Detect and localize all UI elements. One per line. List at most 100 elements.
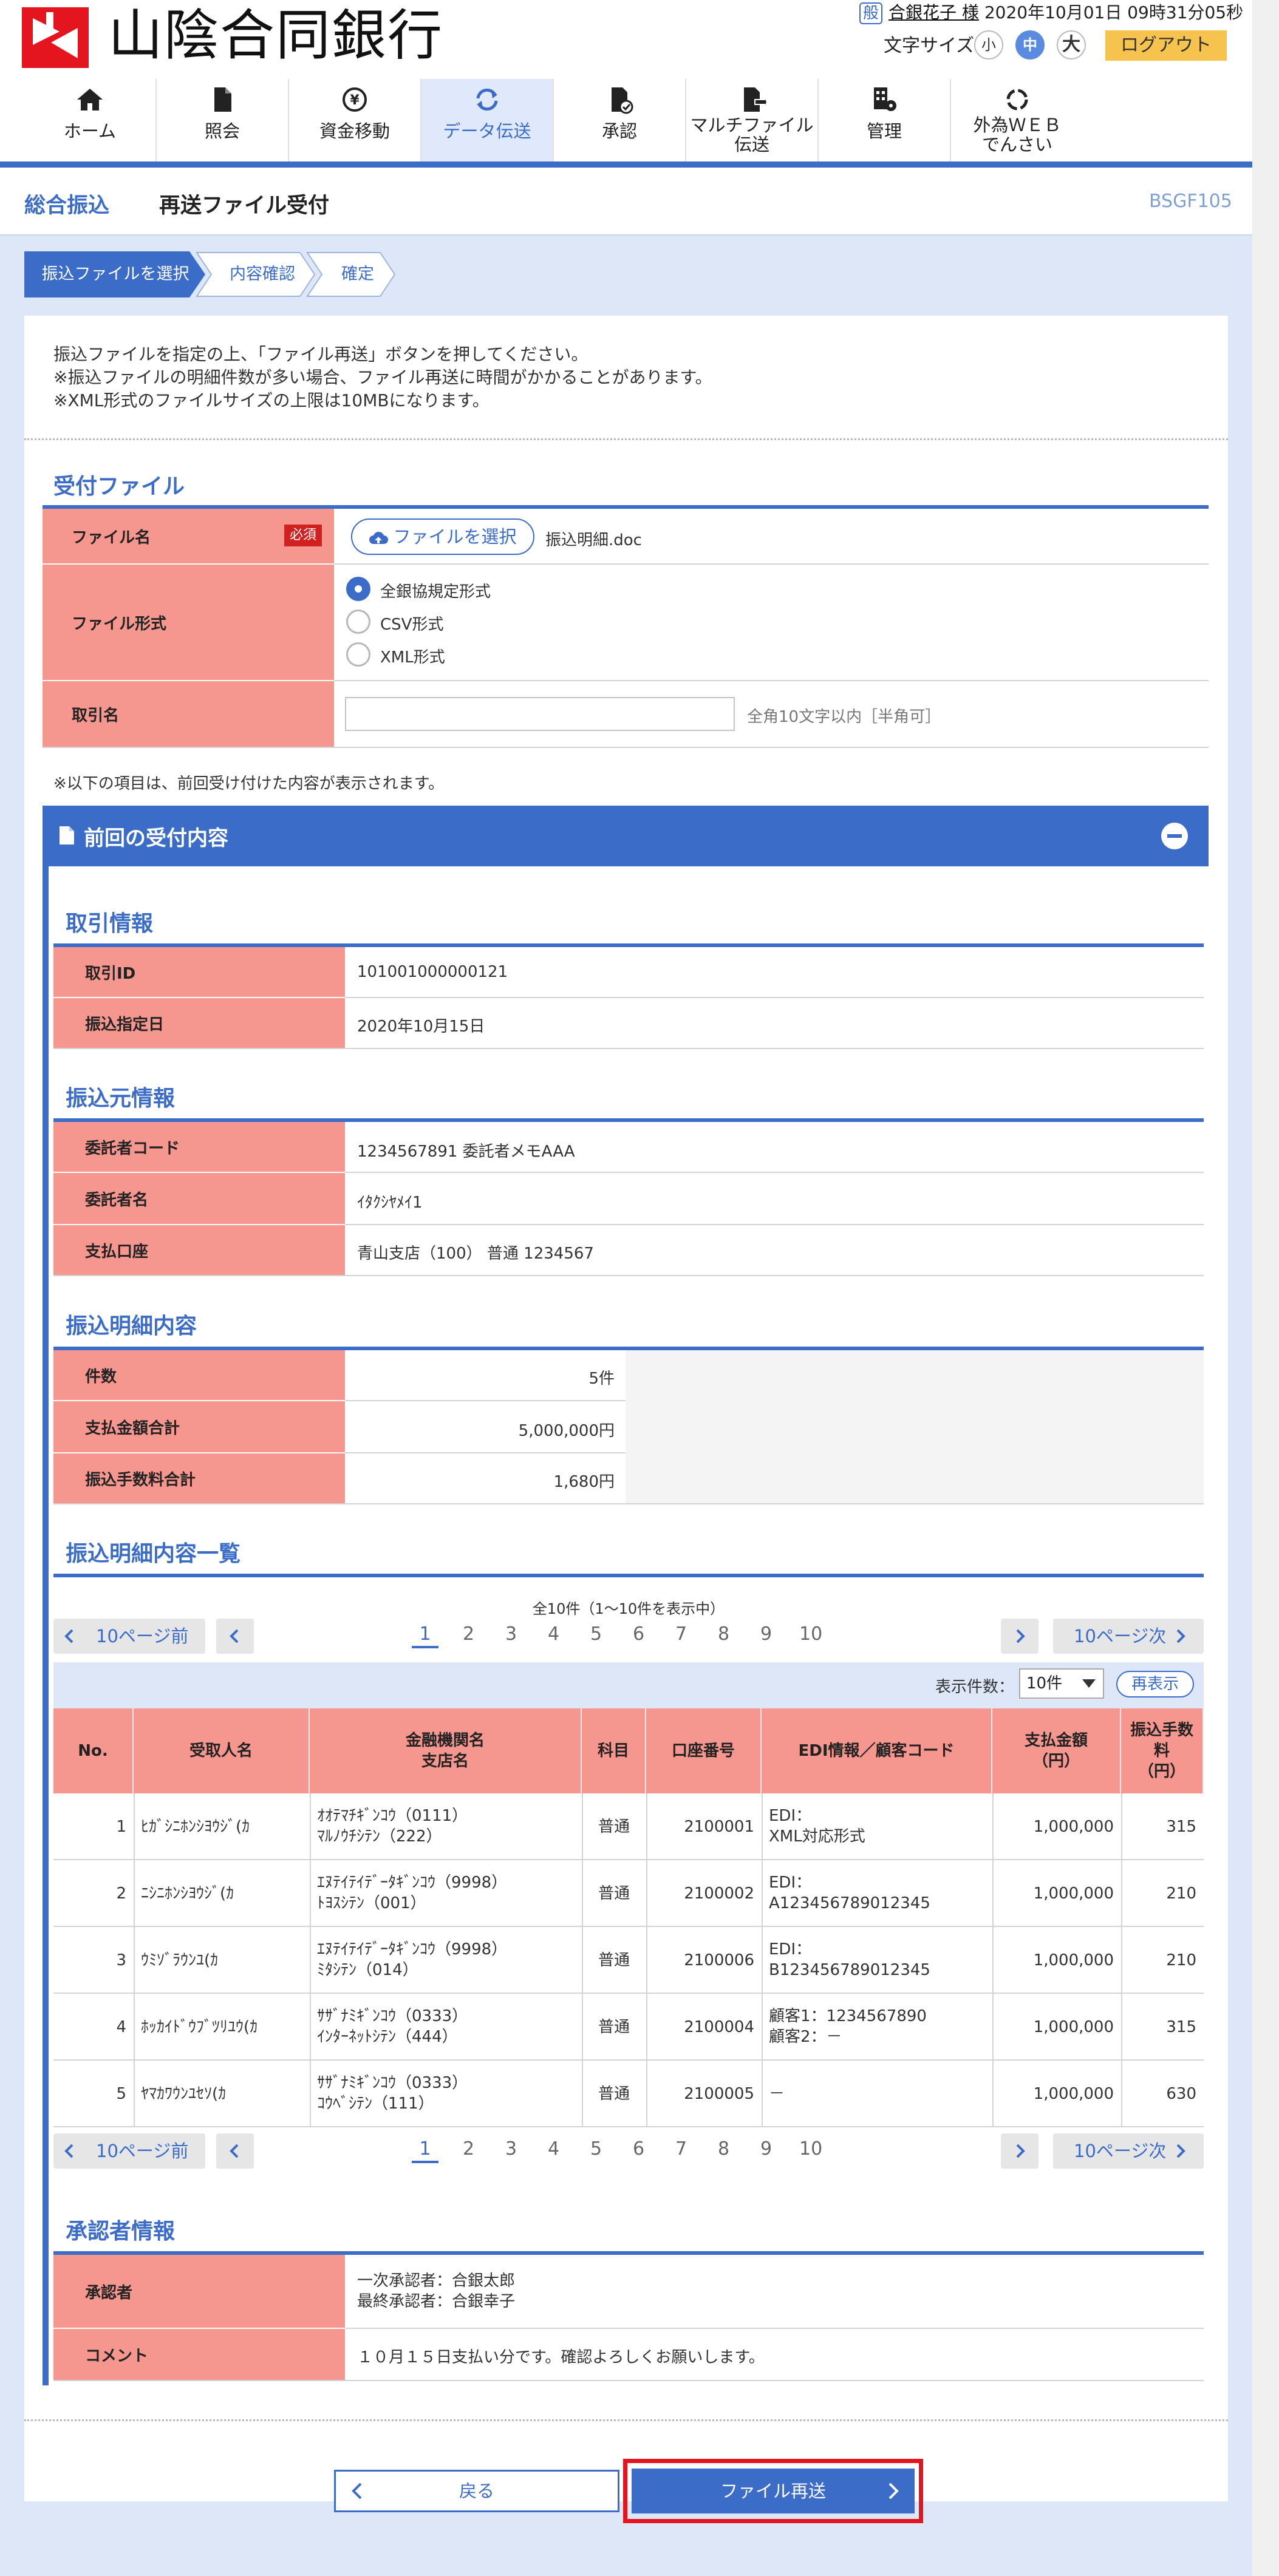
column-divider xyxy=(1121,1793,1122,1860)
label-text: ファイル形式 xyxy=(72,614,167,633)
next-page-button[interactable] xyxy=(1001,2133,1039,2169)
cell-payee: ﾆｼﾆﾎﾝｼﾖｳｼﾞ(ｶ xyxy=(141,1884,234,1903)
trade-id-label: 取引ID xyxy=(53,947,345,997)
nav-data-transmission[interactable]: データ伝送 xyxy=(421,79,554,161)
page-number-8[interactable]: 8 xyxy=(718,2138,729,2160)
approver-label: 承認者 xyxy=(53,2255,345,2328)
logout-button[interactable]: ログアウト xyxy=(1105,30,1227,61)
column-divider xyxy=(310,1994,311,2061)
page-number-3[interactable]: 3 xyxy=(505,2138,517,2160)
back-button[interactable]: 戻る xyxy=(334,2470,619,2512)
cloud-upload-icon xyxy=(369,531,389,544)
page-number-8[interactable]: 8 xyxy=(718,1623,729,1645)
page-number-10[interactable]: 10 xyxy=(799,1623,822,1645)
prev-page-button[interactable] xyxy=(216,2133,254,2169)
cell-no: 2 xyxy=(116,1884,126,1903)
cell-line-bank: ｻｻﾞﾅﾐｷﾞﾝｺｳ（0333） xyxy=(317,2007,468,2025)
page-number-5[interactable]: 5 xyxy=(590,1623,602,1645)
page-number-2[interactable]: 2 xyxy=(463,2138,474,2160)
yen-transfer-icon: ¥ xyxy=(343,87,367,112)
font-size-large-button[interactable]: 大 xyxy=(1057,30,1086,59)
step-label: 確定 xyxy=(341,265,374,284)
nav-forex-densai[interactable]: 外為ＷＥＢ でんさい xyxy=(951,79,1083,161)
previous-note: ※以下の項目は、前回受け付けた内容が表示されます。 xyxy=(53,775,445,793)
resend-label: ファイル再送 xyxy=(720,2481,826,2501)
nav-approval[interactable]: 承認 xyxy=(554,79,686,161)
nav-home[interactable]: ホーム xyxy=(24,79,157,161)
chevron-right-icon xyxy=(1016,1629,1025,1643)
per-page-label: 表示件数： xyxy=(935,1678,1015,1696)
format-radio-xml[interactable] xyxy=(346,642,370,667)
format-radio-zengin[interactable] xyxy=(346,577,370,601)
nav-multi-file[interactable]: マルチファイル 伝送 xyxy=(686,79,819,161)
page-number-9[interactable]: 9 xyxy=(760,1623,772,1645)
row-divider xyxy=(53,1275,1204,1276)
cell-payee: ﾔﾏｶﾜｳﾝﾕｾｿ(ｶ xyxy=(141,2085,227,2103)
redisplay-button[interactable]: 再表示 xyxy=(1116,1671,1194,1698)
page-number-6[interactable]: 6 xyxy=(633,2138,644,2160)
column-divider xyxy=(762,1927,763,1994)
column-divider xyxy=(992,1860,994,1927)
row-divider xyxy=(345,1452,626,1453)
row-divider xyxy=(43,747,1209,748)
nav-management[interactable]: 管理 xyxy=(819,79,951,161)
column-divider xyxy=(134,1793,135,1860)
collapse-icon[interactable] xyxy=(1160,821,1189,851)
column-divider xyxy=(1121,1994,1122,2061)
label-text: 委託者名 xyxy=(85,1191,149,1209)
prev-10-pages-button[interactable]: 10ページ前 xyxy=(53,2133,205,2169)
column-divider xyxy=(134,1994,135,2061)
page-number-5[interactable]: 5 xyxy=(590,2138,602,2160)
back-label: 戻る xyxy=(459,2481,494,2501)
resend-file-button[interactable]: ファイル再送 xyxy=(632,2469,915,2513)
column-divider xyxy=(1121,1927,1122,1994)
per-page-select[interactable]: 10件 xyxy=(1019,1668,1104,1699)
format-radio-csv[interactable] xyxy=(346,610,370,634)
page-number-9[interactable]: 9 xyxy=(760,2138,772,2160)
page-number-4[interactable]: 4 xyxy=(548,1623,559,1645)
prev-page-button[interactable] xyxy=(216,1619,254,1654)
next-10-pages-button[interactable]: 10ページ次 xyxy=(1053,2133,1204,2169)
page-number-7[interactable]: 7 xyxy=(675,2138,687,2160)
page-number-7[interactable]: 7 xyxy=(675,1623,687,1645)
column-divider xyxy=(646,1994,647,2061)
cell-payee: ﾎｯｶｲﾄﾞｳﾌﾞﾂﾘﾕｳ(ｶ xyxy=(141,2018,258,2036)
cell-amount: 1,000,000 xyxy=(1033,1884,1114,1903)
next-page-button[interactable] xyxy=(1001,1619,1039,1654)
nav-label: 管理 xyxy=(866,121,902,141)
page-number-1[interactable]: 1 xyxy=(412,2138,438,2163)
cell-line-branch: ｲﾝﾀｰﾈｯﾄｼﾃﾝ（444） xyxy=(317,2028,458,2046)
cell-account: 2100005 xyxy=(684,2085,754,2103)
page-number-2[interactable]: 2 xyxy=(463,1623,474,1645)
nav-fund-transfer[interactable]: ¥ 資金移動 xyxy=(289,79,421,161)
previous-panel-header[interactable]: 前回の受付内容 xyxy=(43,806,1209,866)
cell-bank-branch: ｻｻﾞﾅﾐｷﾞﾝｺｳ（0333） ｺｳﾍﾞｼﾃﾝ（111） xyxy=(317,2073,575,2114)
font-size-medium-button[interactable]: 中 xyxy=(1015,30,1045,59)
prev-10-pages-button[interactable]: 10ページ前 xyxy=(53,1619,205,1654)
font-size-small-button[interactable]: 小 xyxy=(974,30,1003,59)
page-number-10[interactable]: 10 xyxy=(799,2138,822,2160)
table-header-cell: No. xyxy=(53,1708,134,1793)
cell-no: 1 xyxy=(116,1818,126,1836)
page-number-4[interactable]: 4 xyxy=(548,2138,559,2160)
cell-account: 2100001 xyxy=(684,1818,754,1836)
choose-file-button[interactable]: ファイルを選択 xyxy=(351,518,534,555)
cell-account: 2100002 xyxy=(684,1884,754,1903)
divider xyxy=(24,2419,1228,2421)
transfer-date-value: 2020年10月15日 xyxy=(357,1018,485,1036)
user-name-link[interactable]: 合銀花子 様 xyxy=(888,2,979,22)
row-divider xyxy=(53,2380,1204,2381)
upload-section-title: 受付ファイル xyxy=(53,474,185,499)
page-number-6[interactable]: 6 xyxy=(633,1623,644,1645)
page-number-3[interactable]: 3 xyxy=(505,1623,517,1645)
chevron-left-icon xyxy=(64,2144,73,2158)
cell-bank-branch: ｻｻﾞﾅﾐｷﾞﾝｺｳ（0333） ｲﾝﾀｰﾈｯﾄｼﾃﾝ（444） xyxy=(317,2006,575,2047)
next-10-pages-button[interactable]: 10ページ次 xyxy=(1053,1619,1204,1654)
trade-name-input[interactable] xyxy=(345,697,735,731)
vertical-scrollbar[interactable] xyxy=(1252,0,1279,2576)
cell-line-edi1: EDI： xyxy=(769,1807,812,1825)
page-number-1[interactable]: 1 xyxy=(412,1623,438,1648)
dropdown-arrow-icon xyxy=(1082,1679,1096,1688)
cell-amount: 1,000,000 xyxy=(1033,1818,1114,1836)
nav-inquiry[interactable]: 照会 xyxy=(157,79,289,161)
